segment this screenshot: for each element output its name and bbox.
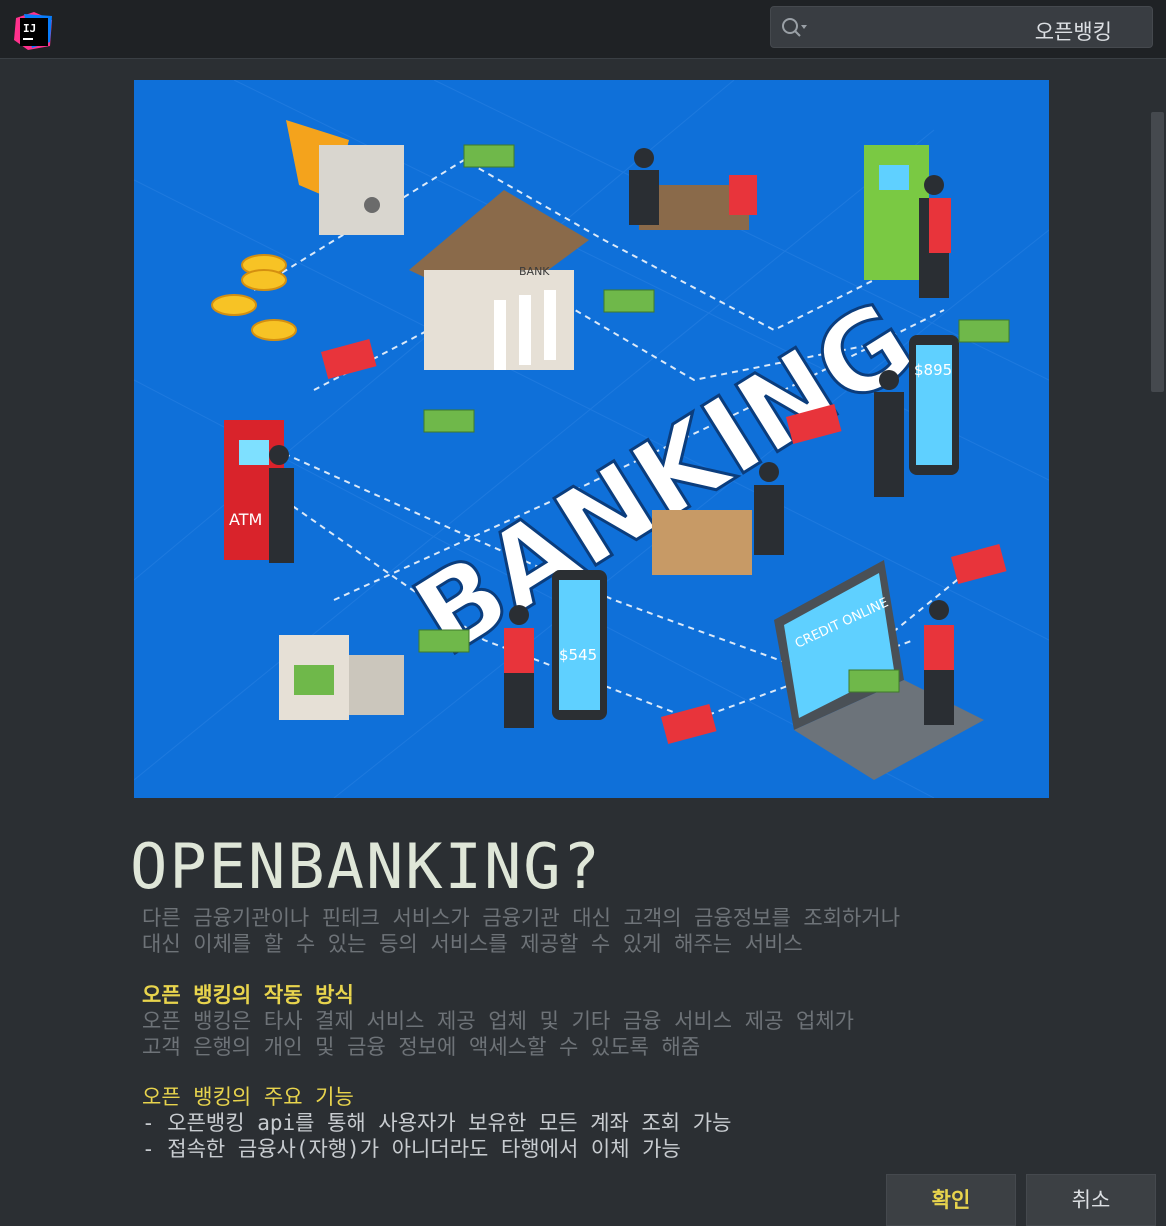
- price-545: $545: [559, 646, 597, 664]
- title-bar: IJ 오픈뱅킹: [0, 0, 1166, 59]
- section2-line-2: - 접속한 금융사(자행)가 아니더라도 타행에서 이체 가능: [142, 1137, 681, 1161]
- bank-label: BANK: [519, 265, 550, 278]
- atm-label-left: ATM: [229, 510, 262, 529]
- cancel-button[interactable]: 취소: [1026, 1174, 1156, 1226]
- banking-illustration-svg: BANK BANKING ATM $895 $545 CREDIT ONLINE: [134, 80, 1049, 798]
- section1-line-1: 오픈 뱅킹은 타사 결제 서비스 제공 업체 및 기타 금융 서비스 제공 업체…: [142, 1009, 854, 1033]
- confirm-button[interactable]: 확인: [886, 1174, 1016, 1226]
- search-icon: [782, 18, 807, 37]
- section1-heading: 오픈 뱅킹의 작동 방식: [142, 983, 354, 1007]
- intro-line-1: 다른 금융기관이나 핀테크 서비스가 금융기관 대신 고객의 금융정보를 조회하…: [142, 906, 901, 930]
- svg-text:IJ: IJ: [23, 22, 36, 35]
- search-value: 오픈뱅킹: [1034, 20, 1112, 44]
- price-895: $895: [914, 361, 952, 379]
- banking-illustration: BANK BANKING ATM $895 $545 CREDIT ONLINE: [134, 80, 1049, 798]
- intellij-logo-icon: IJ: [14, 12, 52, 50]
- page-title: OPENBANKING?: [130, 830, 602, 903]
- section2-heading: 오픈 뱅킹의 주요 기능: [142, 1085, 354, 1109]
- intro-line-2: 대신 이체를 할 수 있는 등의 서비스를 제공할 수 있게 해주는 서비스: [142, 932, 803, 956]
- section2-line-1: - 오픈뱅킹 api를 통해 사용자가 보유한 모든 계좌 조회 가능: [142, 1111, 732, 1135]
- scrollbar-thumb[interactable]: [1151, 112, 1164, 392]
- section1-line-2: 고객 은행의 개인 및 금융 정보에 액세스할 수 있도록 해줌: [142, 1035, 701, 1059]
- search-input[interactable]: 오픈뱅킹: [770, 6, 1153, 48]
